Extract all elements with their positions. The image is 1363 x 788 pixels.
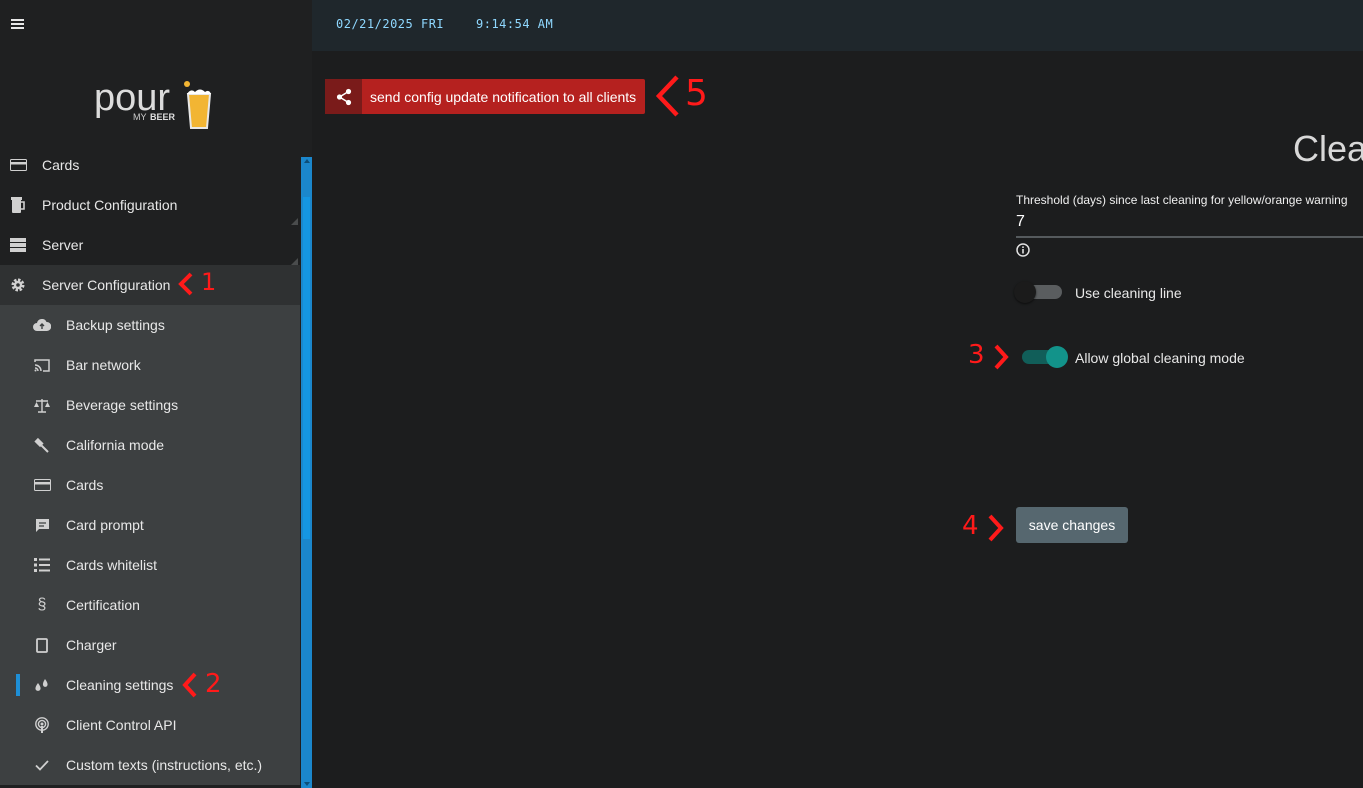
- sidebar-item-backup-settings[interactable]: Backup settings: [0, 305, 300, 345]
- scroll-down-arrow-icon[interactable]: [304, 782, 310, 786]
- section-icon: §: [37, 596, 47, 613]
- beer-keg-icon: [9, 196, 27, 213]
- gear-icon: [9, 277, 27, 293]
- share-icon: [325, 79, 362, 114]
- sidebar-scrollbar[interactable]: [301, 157, 312, 788]
- top-bar: 02/21/2025 FRI 9:14:54 AM: [312, 0, 1363, 51]
- sidebar-item-custom-texts[interactable]: Custom texts (instructions, etc.): [0, 745, 300, 785]
- cast-icon: [33, 357, 51, 373]
- sidebar-item-label: Server: [42, 237, 84, 253]
- check-icon: [33, 757, 51, 773]
- sidebar-item-label: Backup settings: [66, 317, 165, 333]
- toggle-knob: [1046, 346, 1068, 368]
- sidebar-item-server[interactable]: Server: [0, 225, 300, 265]
- sidebar-item-cards-whitelist[interactable]: Cards whitelist: [0, 545, 300, 585]
- sidebar-item-label: Client Control API: [66, 717, 177, 733]
- scrollbar-thumb[interactable]: [303, 197, 310, 539]
- sidebar-item-bar-network[interactable]: Bar network: [0, 345, 300, 385]
- use-cleaning-line-label: Use cleaning line: [1075, 285, 1182, 301]
- sidebar-item-label: Server Configuration: [42, 277, 171, 293]
- expand-corner-icon: [291, 218, 298, 225]
- scroll-up-arrow-icon[interactable]: [304, 159, 310, 163]
- sidebar-item-label: Beverage settings: [66, 397, 179, 413]
- sidebar-item-label: Cleaning settings: [66, 677, 174, 693]
- sidebar-item-certification[interactable]: § Certification: [0, 585, 300, 625]
- svg-text:BEER: BEER: [150, 112, 176, 122]
- sidebar-item-label: Cards: [42, 157, 80, 173]
- sidebar-item-label: Cards: [66, 477, 104, 493]
- sidebar-item-label: Custom texts (instructions, etc.): [66, 757, 263, 773]
- sidebar-item-label: California mode: [66, 437, 165, 453]
- send-config-notification-label: send config update notification to all c…: [370, 88, 637, 105]
- server-icon: [9, 237, 27, 253]
- sidebar-item-cards[interactable]: Cards: [0, 145, 300, 185]
- clock-time: 9:14:54 AM: [476, 17, 554, 31]
- credit-card-icon: [9, 157, 27, 173]
- sidebar-item-california-mode[interactable]: California mode: [0, 425, 300, 465]
- sidebar-item-cleaning-settings[interactable]: Cleaning settings: [0, 665, 300, 705]
- sidebar-item-cards-settings[interactable]: Cards: [0, 465, 300, 505]
- sidebar-item-label: Card prompt: [66, 517, 144, 533]
- clock-date: 02/21/2025 FRI: [336, 17, 445, 31]
- annotation-number-4: 4: [962, 511, 979, 541]
- sidebar-item-beverage-settings[interactable]: Beverage settings: [0, 385, 300, 425]
- sidebar-item-card-prompt[interactable]: Card prompt: [0, 505, 300, 545]
- message-icon: [33, 517, 51, 533]
- hamburger-menu-icon[interactable]: [11, 19, 24, 31]
- expand-corner-icon: [291, 258, 298, 265]
- sidebar-item-label: Charger: [66, 637, 117, 653]
- threshold-days-input[interactable]: [1016, 208, 1363, 238]
- sidebar-item-label: Bar network: [66, 357, 141, 373]
- server-configuration-submenu: Backup settings Bar network Beverage set…: [0, 305, 300, 785]
- toggle-knob: [1014, 281, 1036, 303]
- svg-text:MY: MY: [133, 112, 147, 122]
- info-icon[interactable]: [1016, 243, 1030, 257]
- annotation-arrow-4: [988, 514, 1004, 542]
- annotation-number-3: 3: [968, 340, 985, 370]
- sidebar-item-label: Cards whitelist: [66, 557, 158, 573]
- allow-global-cleaning-label: Allow global cleaning mode: [1075, 350, 1245, 366]
- annotation-arrow-3: [994, 344, 1009, 370]
- pour-my-beer-logo: pour MY BEER: [94, 77, 212, 129]
- sidebar-item-label: Certification: [66, 597, 140, 613]
- annotation-number-5: 5: [685, 73, 708, 114]
- gavel-icon: [33, 437, 51, 453]
- sidebar: pour MY BEER Cards Product Configuration…: [0, 0, 312, 788]
- sidebar-item-product-configuration[interactable]: Product Configuration: [0, 185, 300, 225]
- cloud-backup-icon: [33, 317, 51, 333]
- page-title: Clea: [1293, 128, 1363, 169]
- allow-global-cleaning-toggle[interactable]: [1018, 345, 1070, 369]
- scale-icon: [33, 397, 51, 413]
- threshold-label: Threshold (days) since last cleaning for…: [1016, 193, 1348, 207]
- use-cleaning-line-toggle[interactable]: [1014, 280, 1066, 304]
- send-config-notification-button[interactable]: send config update notification to all c…: [325, 79, 645, 114]
- sidebar-item-server-configuration[interactable]: Server Configuration: [0, 265, 300, 305]
- tablet-icon: [33, 637, 51, 653]
- podcast-icon: [33, 717, 51, 733]
- credit-card-icon: [33, 477, 51, 493]
- sidebar-nav: Cards Product Configuration Server Serve…: [0, 145, 300, 788]
- sidebar-item-label: Product Configuration: [42, 197, 178, 213]
- annotation-arrow-5: [655, 75, 679, 117]
- list-icon: [33, 557, 51, 573]
- save-changes-button[interactable]: save changes: [1016, 507, 1128, 543]
- droplets-icon: [33, 677, 51, 693]
- sidebar-item-charger[interactable]: Charger: [0, 625, 300, 665]
- sidebar-item-client-control-api[interactable]: Client Control API: [0, 705, 300, 745]
